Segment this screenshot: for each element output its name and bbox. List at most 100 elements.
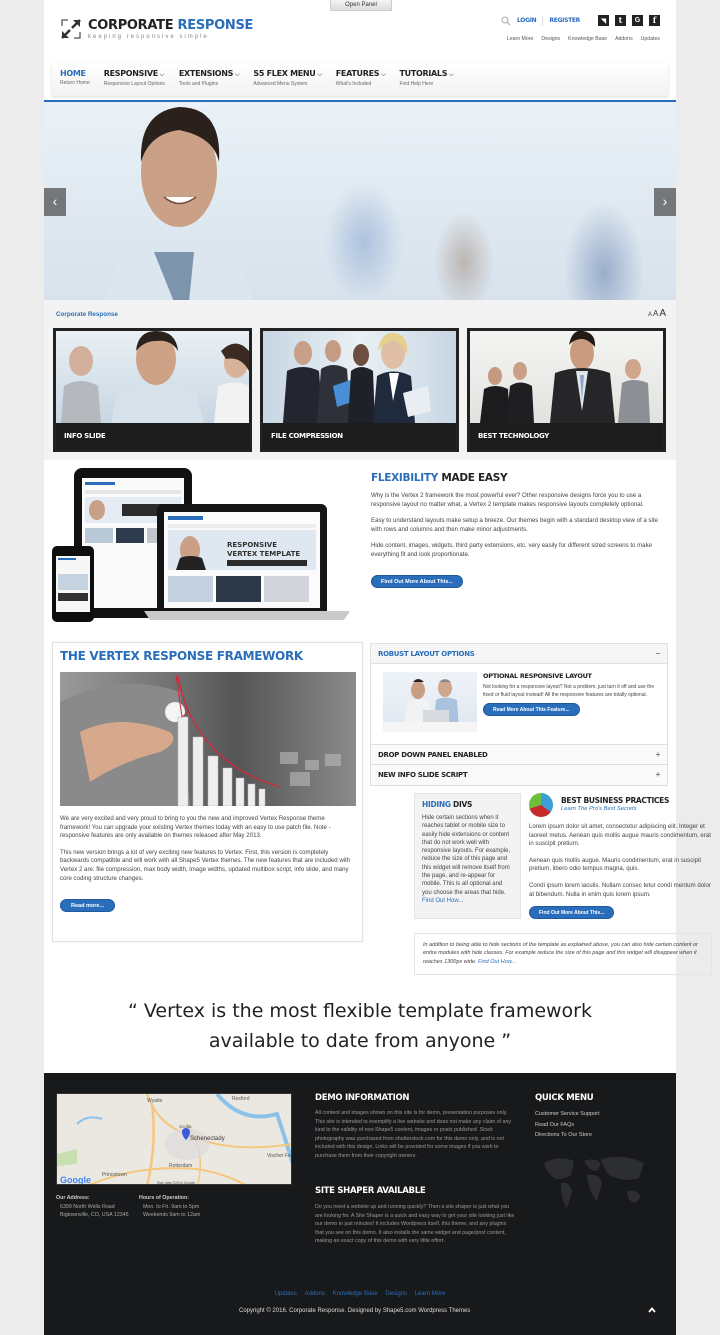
read-more-feature-button[interactable]: Read More About This Feature... (483, 703, 580, 716)
search-icon[interactable] (501, 16, 511, 26)
toplink-designs[interactable]: Designs (541, 36, 560, 42)
map-label: Vischer Fe (267, 1153, 291, 1159)
find-out-how-link[interactable]: Find Out How... (478, 959, 516, 965)
section-title: BEST BUSINESS PRACTICES (561, 796, 670, 805)
toplink-knowledge-base[interactable]: Knowledge Base (568, 36, 607, 42)
footer: Wyatts Rexford Scotia Schenectady Rotter… (44, 1073, 676, 1335)
growth-chart-photo (60, 672, 356, 806)
site-shaper-text: Do you need a website up and running qui… (315, 1204, 515, 1244)
copyright: Copyright © 2016. Corporate Response. De… (239, 1308, 471, 1314)
tumblr-icon[interactable]: t (615, 15, 626, 26)
meeting-photo (383, 672, 477, 732)
footer-link-addons[interactable]: Addons (305, 1291, 325, 1297)
quick-link[interactable]: Directions To Our Store (535, 1130, 600, 1141)
login-link[interactable]: LOGIN (517, 17, 537, 24)
site-logo[interactable]: CORPORATE RESPONSE keeping responsive si… (60, 18, 253, 40)
paragraph: Easy to understand layouts make setup a … (371, 517, 658, 533)
breadcrumb[interactable]: Corporate Response (56, 311, 118, 318)
chevron-down-icon: ⌵ (159, 71, 165, 78)
menu-item-responsive[interactable]: RESPONSIVE ⌵ Responsive Layout Options (104, 63, 165, 96)
accordion-header-robust-layout[interactable]: ROBUST LAYOUT OPTIONS − (371, 644, 667, 664)
toplink-updates[interactable]: Updates (641, 36, 660, 42)
best-technology-tile[interactable]: BEST TECHNOLOGY (467, 328, 666, 452)
find-out-how-link[interactable]: Find Out How... (422, 898, 463, 904)
menu-item-s5-flex-menu[interactable]: S5 FLEX MENU ⌵ Advanced Menu System (253, 63, 323, 96)
font-size-large[interactable]: A (659, 308, 666, 319)
tile-photo (56, 331, 249, 423)
google-icon[interactable]: G (632, 15, 643, 26)
font-size-controls: AAA (647, 308, 666, 319)
quick-link[interactable]: Read Our FAQs (535, 1120, 600, 1131)
expand-icon[interactable]: + (656, 765, 661, 785)
map-label: Rotterdam (169, 1163, 192, 1169)
section-subtitle: Learn The Pro's Best Secrets (561, 806, 637, 812)
tile-caption: BEST TECHNOLOGY (470, 423, 663, 449)
section-title: HIDING DIVS (422, 800, 473, 809)
top-links: Learn More Designs Knowledge Base Addons… (507, 36, 660, 42)
tile-photo (470, 331, 663, 423)
scroll-to-top-button[interactable] (648, 1305, 656, 1315)
paragraph: Condi ipsum lorem iaculis. Nullam consec… (529, 881, 711, 898)
footer-link-designs[interactable]: Designs (385, 1291, 407, 1297)
facebook-icon[interactable]: f (649, 15, 660, 26)
google-map[interactable]: Wyatts Rexford Scotia Schenectady Rotter… (56, 1093, 292, 1185)
feature-text: Not looking for a responsive layout? Not… (483, 684, 655, 698)
main-menu: HOME Return Home RESPONSIVE ⌵ Responsive La… (52, 63, 668, 96)
chevron-down-icon: ⌵ (381, 71, 386, 78)
map-label: Scotia (179, 1124, 192, 1129)
menu-item-extensions[interactable]: EXTENSIONS ⌵ Tools and Plugins (179, 63, 240, 96)
slider-next-button[interactable]: › (654, 188, 676, 216)
tile-caption: FILE COMPRESSION (263, 423, 456, 449)
paragraph: Aenean quis mollis augue. Mauris condime… (529, 856, 702, 873)
menu-item-features[interactable]: FEATURES ⌵ What's Included (336, 63, 386, 96)
paragraph: Hide content, images, widgets, third par… (371, 542, 653, 558)
section-title: FLEXIBILITY MADE EASY (371, 472, 508, 484)
accordion-header-info-slide-script[interactable]: NEW INFO SLIDE SCRIPT + (371, 765, 667, 785)
collapse-icon[interactable]: − (656, 644, 661, 664)
font-size-small[interactable]: A (648, 312, 652, 318)
footer-link-knowledge-base[interactable]: Knowledge Base (333, 1291, 378, 1297)
menu-item-tutorials[interactable]: TUTORIALS ⌵ Find Help Here (399, 63, 453, 96)
toplink-learn-more[interactable]: Learn More (507, 36, 534, 42)
paragraph: This new version brings a lot of very ex… (60, 848, 351, 882)
tile-photo (263, 331, 456, 423)
resize-arrows-icon (60, 18, 82, 40)
find-out-more-button[interactable]: Find Out More About This... (371, 574, 463, 588)
footer-link-learn-more[interactable]: Learn More (415, 1291, 446, 1297)
vertex-framework-box: THE VERTEX RESPONSE FRAMEWORK We are ver… (52, 642, 363, 942)
map-label: Rexford (232, 1096, 250, 1102)
file-compression-tile[interactable]: FILE COMPRESSION (260, 328, 459, 452)
font-size-medium[interactable]: A (653, 309, 658, 318)
accordion-header-drop-down-panel[interactable]: DROP DOWN PANEL ENABLED + (371, 745, 667, 765)
logo-tagline: keeping responsive simple (88, 34, 209, 40)
logo-title: CORPORATE RESPONSE (88, 18, 254, 33)
footer-link-updates[interactable]: Updates (275, 1291, 297, 1297)
toplink-addons[interactable]: Addons (615, 36, 633, 42)
address-block: Our Address: 6399 North Wells Road Bigto… (56, 1195, 129, 1218)
info-slide-tile[interactable]: INFO SLIDE (53, 328, 252, 452)
slider-prev-button[interactable]: ‹ (44, 188, 66, 216)
menu-item-home[interactable]: HOME Return Home (60, 63, 90, 96)
quick-menu-title: QUICK MENU (535, 1093, 594, 1103)
expand-icon[interactable]: + (656, 745, 661, 765)
hide-classes-note: In addition to being able to hide sectio… (414, 933, 712, 975)
footer-links: Updates Addons Knowledge Base Designs Le… (44, 1291, 676, 1297)
read-more-button[interactable]: Read more... (60, 899, 116, 913)
register-link[interactable]: REGISTER (549, 17, 580, 24)
responsive-devices-image: RESPONSIVE VERTEX TEMPLATE (52, 468, 350, 622)
paragraph: Why is the Vertex 2 framework the most p… (371, 492, 644, 508)
find-out-more-button[interactable]: Find Out More About This... (529, 906, 615, 920)
tile-caption: INFO SLIDE (56, 423, 249, 449)
quick-link[interactable]: Customer Service Support (535, 1109, 600, 1120)
section-title: THE VERTEX RESPONSE FRAMEWORK (60, 649, 303, 663)
feature-title: OPTIONAL RESPONSIVE LAYOUT (483, 672, 592, 680)
chevron-down-icon: ⌵ (235, 71, 240, 78)
page: Open Panel CORPORATE RESPONSE keeping re… (44, 0, 712, 1335)
paragraph: Lorem ipsum dolor sit amet, consectetur … (529, 823, 711, 848)
rss-icon[interactable]: ◥ (598, 15, 609, 26)
open-panel-button[interactable]: Open Panel (330, 0, 392, 11)
paragraph: We are very excited and very proud to br… (60, 815, 331, 840)
svg-text:VERTEX TEMPLATE: VERTEX TEMPLATE (227, 550, 300, 558)
chevron-down-icon: ⌵ (449, 71, 454, 78)
chevron-down-icon: ⌵ (317, 71, 323, 78)
